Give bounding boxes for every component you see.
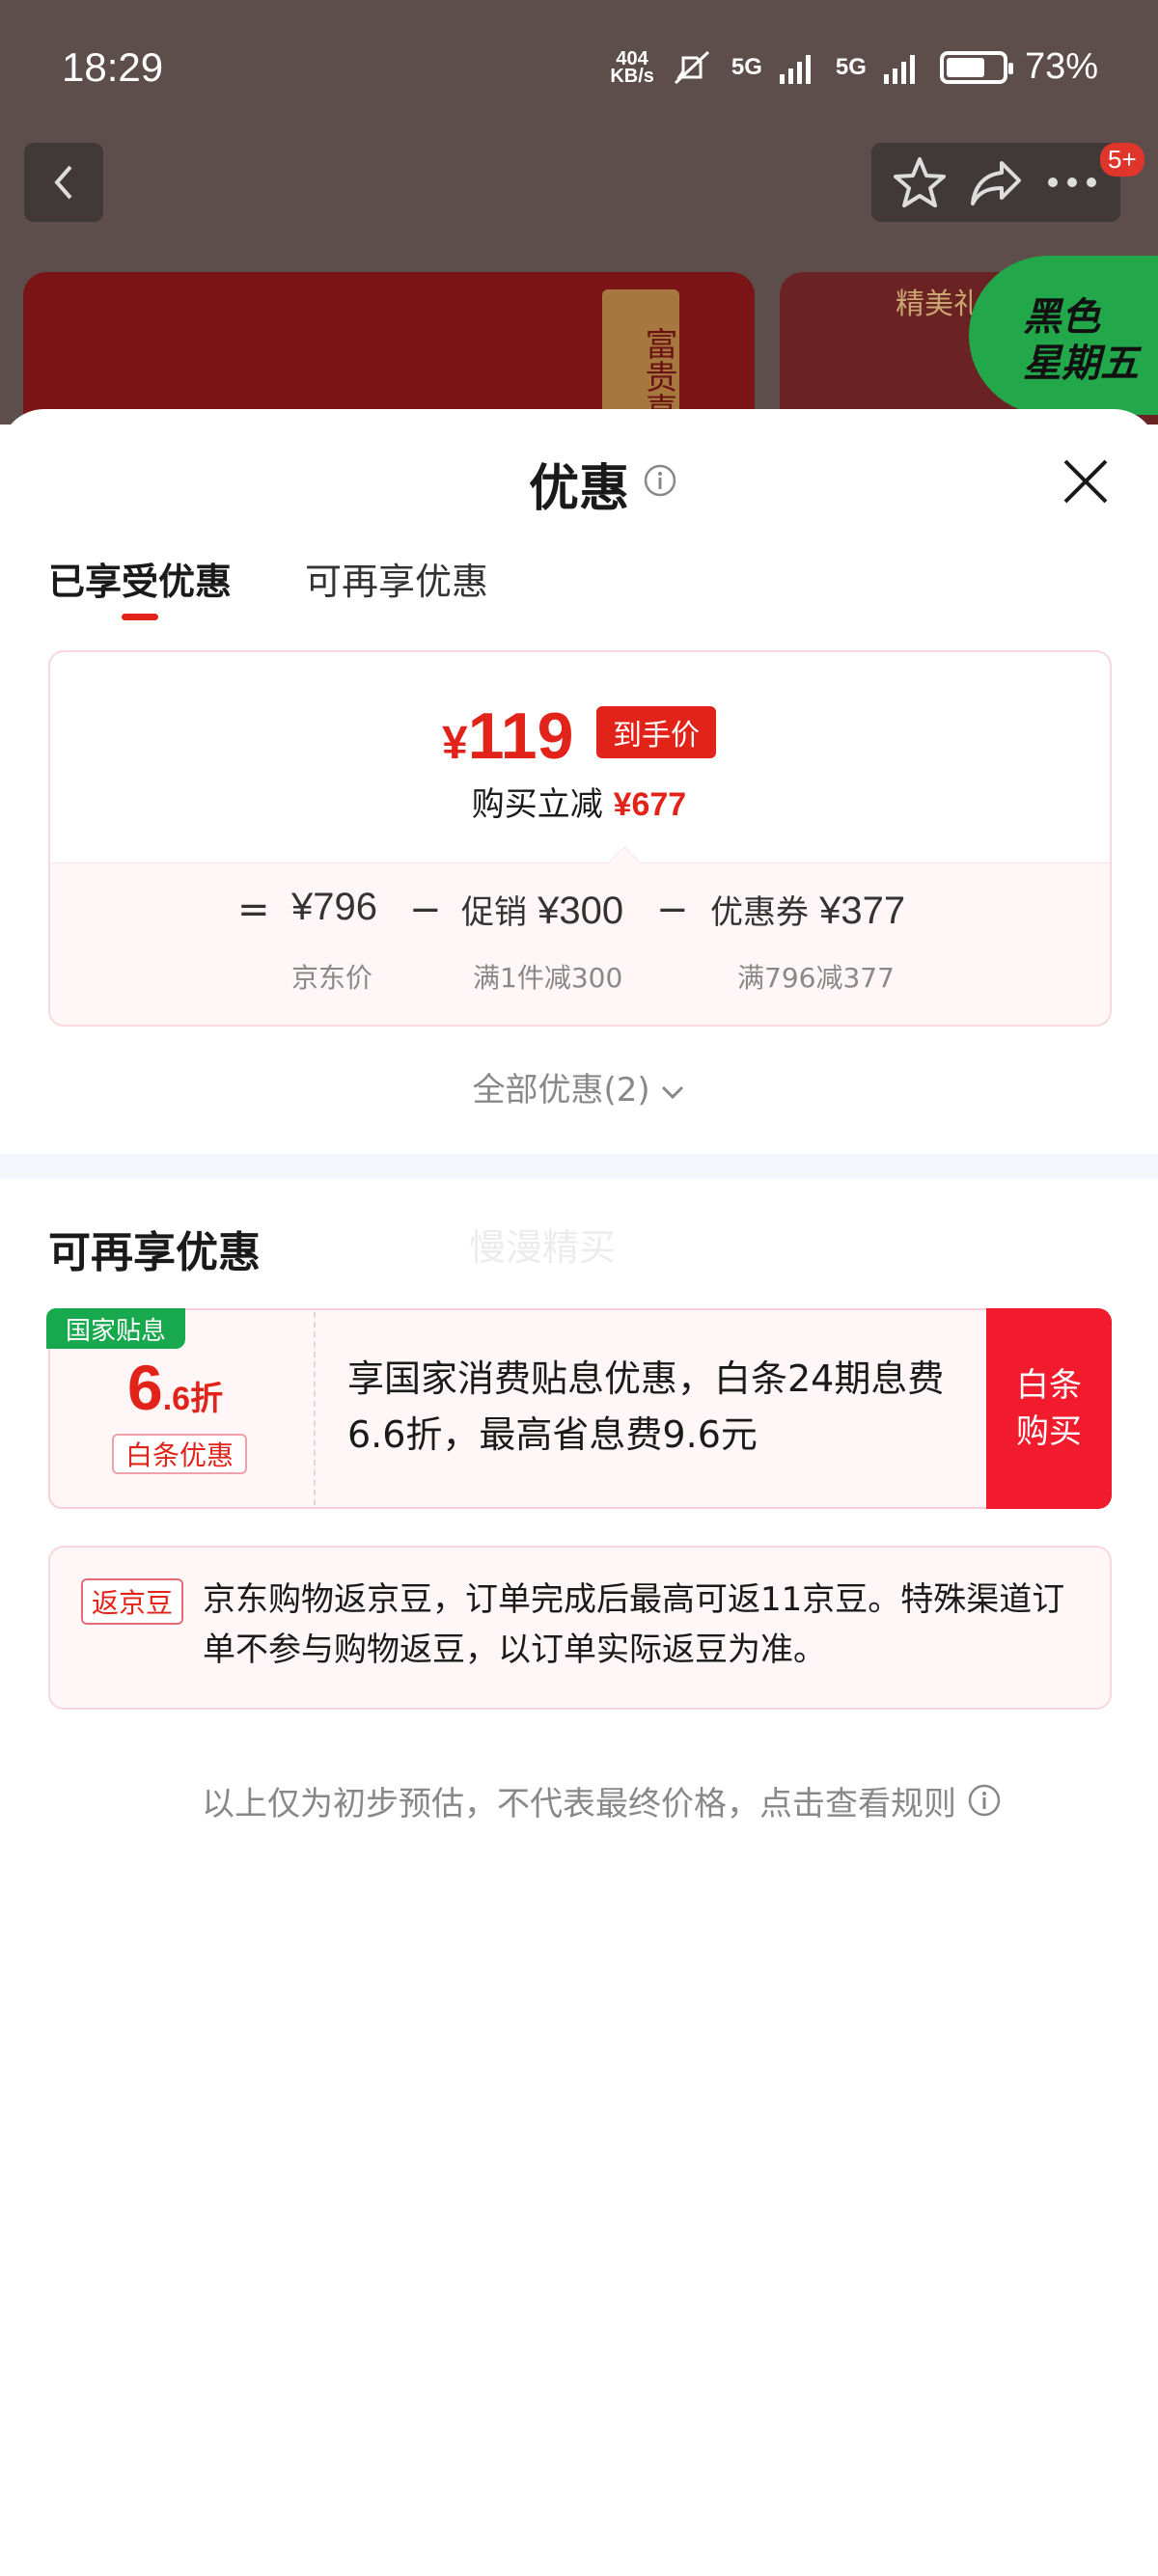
- status-bar: 18:29 404 KB/s 5G 5G 73%: [0, 0, 1158, 135]
- jd-beans-text: 京东购物返京豆，订单完成后最高可返11京豆。特殊渠道订单不参与购物返豆，以订单实…: [203, 1580, 1065, 1669]
- net-speed: 404 KB/s: [610, 47, 654, 87]
- minus-sign: −: [409, 888, 442, 932]
- tab-more-offers[interactable]: 可再享优惠: [305, 552, 488, 605]
- chevron-left-icon: [54, 165, 72, 200]
- signal-icon: [779, 54, 811, 84]
- battery-percent: 73%: [1024, 46, 1098, 87]
- final-price: ¥119: [442, 699, 574, 773]
- baitiao-label: 白条优惠: [112, 1434, 247, 1474]
- jd-beans-tag: 返京豆: [81, 1578, 183, 1625]
- final-price-tag: 到手价: [596, 706, 716, 758]
- jd-price-label: 京东价: [291, 962, 373, 994]
- reduce-amount: ¥677: [613, 786, 687, 823]
- mute-icon: [674, 50, 709, 84]
- coupon-sub: 满796减377: [737, 962, 895, 994]
- more-icon[interactable]: [1045, 173, 1099, 192]
- tab-enjoyed-offers[interactable]: 已享受优惠: [48, 552, 232, 605]
- tab-indicator: [122, 614, 158, 620]
- baitiao-buy-button[interactable]: 白条购买: [986, 1308, 1112, 1509]
- chevron-down-icon: [662, 1085, 684, 1099]
- section-divider: [0, 1154, 1158, 1179]
- promo-value: 促销 ¥300: [461, 890, 624, 932]
- gov-subsidy-tag: 国家贴息: [46, 1308, 185, 1349]
- product-image: 富贵喜福: [23, 272, 755, 425]
- discount-value: 6.6折: [127, 1352, 224, 1423]
- coupon-value: 优惠券 ¥377: [710, 890, 906, 932]
- sim1-label: 5G: [731, 53, 762, 80]
- card-title: 精美礼: [896, 288, 982, 321]
- status-time: 18:29: [62, 44, 164, 90]
- battery-icon: [939, 50, 1013, 84]
- baitiao-description: 享国家消费贴息优惠，白条24期息费6.6折，最高省息费9.6元: [347, 1357, 945, 1456]
- info-icon[interactable]: [643, 463, 677, 498]
- back-button[interactable]: [24, 143, 103, 222]
- equals-sign: =: [237, 888, 270, 932]
- share-icon[interactable]: [969, 155, 1023, 209]
- sim2-label: 5G: [835, 53, 867, 80]
- nav-actions: [871, 143, 1120, 222]
- reduce-line: 购买立减 ¥677: [471, 785, 687, 824]
- promo-badge: 黑色 星期五: [969, 256, 1158, 415]
- close-icon[interactable]: [1060, 455, 1112, 507]
- more-offers-title: 可再享优惠: [48, 1228, 261, 1277]
- minus-sign: −: [656, 888, 689, 932]
- sheet-title: 优惠: [528, 460, 629, 518]
- star-icon[interactable]: [893, 155, 947, 209]
- scroll-text: 富贵喜福: [602, 289, 679, 425]
- jd-price: ¥796: [291, 886, 377, 928]
- signal-icon: [883, 54, 915, 84]
- background-product-page: 18:29 404 KB/s 5G 5G 73% 5+ 富贵喜福 精美礼 黑色 …: [0, 0, 1158, 425]
- promo-sub: 满1件减300: [473, 962, 623, 994]
- all-offers-toggle[interactable]: 全部优惠(2): [0, 1063, 1158, 1110]
- info-icon[interactable]: [967, 1783, 1002, 1818]
- watermark: 慢漫精买: [469, 1226, 617, 1269]
- status-icons: 404 KB/s 5G 5G 73%: [610, 46, 1098, 88]
- dashed-divider: [314, 1312, 316, 1505]
- message-badge: 5+: [1100, 143, 1144, 177]
